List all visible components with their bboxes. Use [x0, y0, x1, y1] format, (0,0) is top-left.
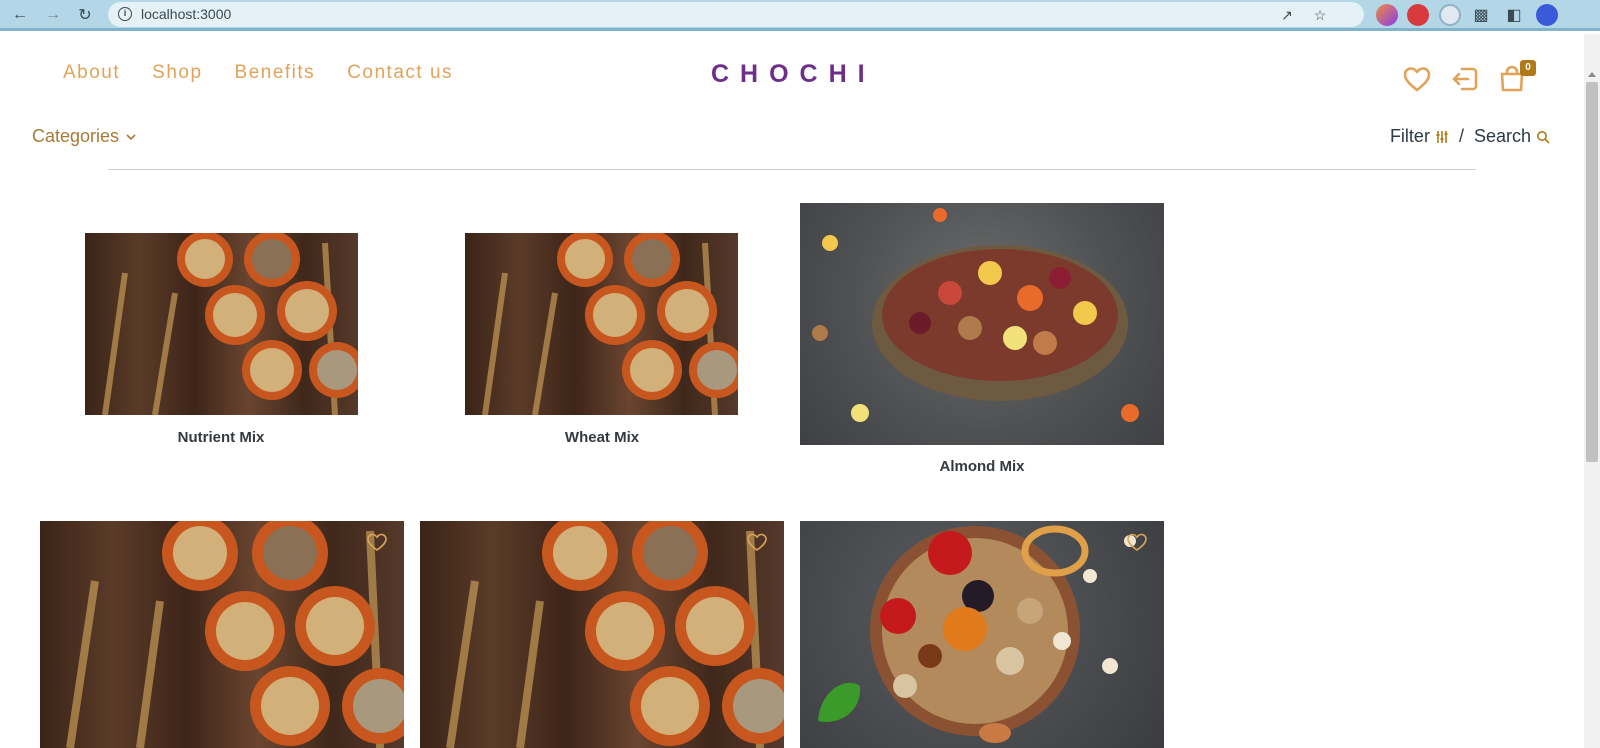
share-icon[interactable]: ↗	[1279, 7, 1295, 23]
product-image[interactable]	[40, 521, 404, 748]
search-button[interactable]: Search	[1474, 126, 1550, 147]
scroll-up-arrow-icon[interactable]	[1588, 72, 1596, 77]
main-nav: About Shop Benefits Contact us	[63, 62, 453, 84]
product-image[interactable]	[85, 233, 358, 415]
wishlist-heart-icon[interactable]	[1402, 64, 1432, 94]
profile-avatar-icon[interactable]	[1536, 4, 1558, 26]
nav-contact-link[interactable]: Contact us	[347, 62, 453, 84]
extension-target-icon[interactable]	[1439, 4, 1461, 26]
product-title[interactable]: Nutrient Mix	[178, 429, 265, 446]
forward-icon[interactable]: →	[42, 4, 64, 26]
product-image[interactable]	[800, 521, 1164, 748]
toolbar-separator: /	[1458, 126, 1464, 146]
categories-label: Categories	[32, 126, 120, 146]
product-image[interactable]	[800, 203, 1164, 445]
page-scrollbar[interactable]	[1584, 34, 1600, 748]
product-title[interactable]: Almond Mix	[940, 458, 1025, 475]
cart-count-badge: 0	[1520, 60, 1536, 76]
header-divider	[108, 169, 1476, 170]
chevron-down-icon	[126, 133, 136, 140]
nav-benefits-link[interactable]: Benefits	[235, 62, 316, 84]
scroll-thumb[interactable]	[1586, 82, 1598, 462]
reload-icon[interactable]: ↻	[74, 4, 96, 26]
product-title[interactable]: Wheat Mix	[565, 429, 639, 446]
brand-logo[interactable]: CHOCHI	[711, 60, 876, 89]
extension-pen-icon[interactable]	[1376, 4, 1398, 26]
categories-dropdown[interactable]: Categories	[32, 126, 137, 147]
product-image[interactable]	[465, 233, 738, 415]
site-info-icon[interactable]: i	[118, 7, 132, 21]
extensions-puzzle-icon[interactable]: ▩	[1470, 4, 1492, 26]
address-bar[interactable]: i localhost:3000 ↗ ☆	[108, 2, 1364, 27]
product-image[interactable]	[420, 521, 784, 748]
filter-label: Filter	[1389, 126, 1430, 146]
address-url[interactable]: localhost:3000	[141, 6, 231, 22]
filter-sliders-icon	[1435, 130, 1449, 144]
wishlist-heart-icon[interactable]	[746, 531, 768, 553]
login-icon[interactable]	[1450, 64, 1480, 94]
search-icon	[1536, 130, 1550, 144]
search-label: Search	[1473, 126, 1531, 146]
nav-shop-link[interactable]: Shop	[152, 62, 202, 84]
side-panel-icon[interactable]: ◧	[1503, 4, 1525, 26]
wishlist-heart-icon[interactable]	[366, 531, 388, 553]
browser-toolbar: ← → ↻ i localhost:3000 ↗ ☆ ▩ ◧	[0, 0, 1600, 31]
back-icon[interactable]: ←	[9, 4, 31, 26]
wishlist-heart-icon[interactable]	[1126, 531, 1148, 553]
filter-button[interactable]: Filter	[1390, 126, 1449, 147]
filter-search-bar: Filter / Search	[1390, 126, 1550, 147]
nav-about-link[interactable]: About	[63, 62, 120, 84]
bookmark-star-icon[interactable]: ☆	[1312, 7, 1328, 23]
extension-mascot-icon[interactable]	[1407, 4, 1429, 26]
